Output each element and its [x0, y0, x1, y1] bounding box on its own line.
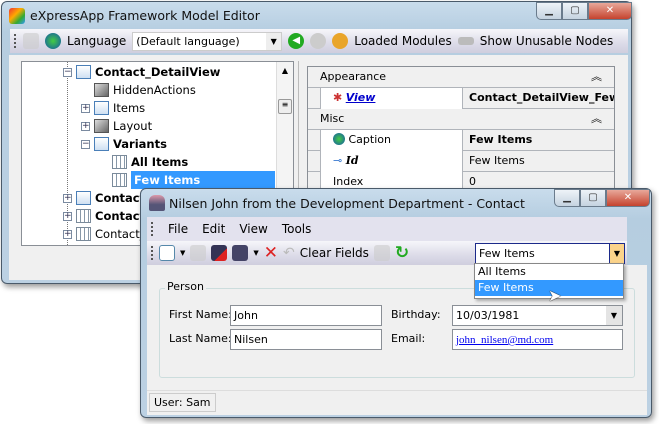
toolbar-grip[interactable]	[14, 34, 17, 48]
back-icon[interactable]: ◀	[288, 33, 305, 49]
minimize-button[interactable]: ▁	[554, 189, 580, 207]
tree-node[interactable]: All Items	[112, 153, 188, 171]
group-title: Person	[165, 280, 206, 293]
required-icon: ✱	[333, 91, 343, 104]
save-and-new-icon[interactable]	[232, 245, 249, 261]
maximize-button[interactable]: ▢	[580, 189, 606, 207]
birthday-input[interactable]: 10/03/1981 ▼	[452, 305, 623, 326]
tree-node[interactable]: Items	[94, 99, 145, 117]
save-and-close-icon[interactable]	[211, 245, 228, 261]
mouse-cursor-icon: ➤	[548, 286, 562, 305]
collapse-category-icon[interactable]: ︽	[591, 109, 602, 129]
menu-view[interactable]: View	[239, 222, 267, 236]
show-unusable-nodes-button[interactable]: Show Unusable Nodes	[480, 34, 614, 48]
tree-node[interactable]: Variants	[94, 135, 167, 153]
close-button[interactable]: ✕	[588, 2, 632, 20]
variant-select[interactable]: Few Items ▼	[475, 243, 625, 264]
scrollbar-thumb[interactable]: ≡	[278, 99, 292, 114]
property-row[interactable]: ⊸ Id Few Items	[308, 151, 614, 172]
collapse-icon[interactable]: −	[81, 140, 90, 149]
expand-icon[interactable]: +	[63, 212, 72, 221]
main-toolbar: Language (Default language) ▼ ◀ Loaded M…	[10, 29, 628, 53]
eraser-icon	[457, 37, 474, 45]
email-input[interactable]: john_nilsen@md.com	[452, 329, 623, 350]
tree-node[interactable]: Contact_DetailView	[76, 63, 220, 81]
globe-icon	[45, 33, 61, 49]
first-name-input[interactable]: John	[230, 305, 382, 326]
tree-node[interactable]: HiddenActions	[94, 81, 196, 99]
forward-icon[interactable]	[310, 33, 327, 49]
tree-node[interactable]: Layout	[94, 117, 152, 135]
category-appearance[interactable]: Appearance ︽	[308, 67, 614, 88]
last-name-input[interactable]: Nilsen	[230, 329, 382, 350]
menu-edit[interactable]: Edit	[202, 222, 225, 236]
delete-icon[interactable]: ✕	[264, 243, 278, 263]
chevron-down-icon[interactable]: ▼	[606, 306, 622, 325]
category-misc[interactable]: Misc ︽	[308, 109, 614, 130]
app-logo-icon	[9, 8, 25, 24]
contact-window: Nilsen John from the Development Departm…	[140, 188, 652, 418]
key-icon: ⊸	[333, 154, 343, 167]
menu-tools[interactable]: Tools	[282, 222, 312, 236]
collapse-icon[interactable]: −	[63, 68, 72, 77]
globe-icon	[333, 133, 345, 145]
menu-bar: File Edit View Tools	[147, 217, 627, 241]
view-link[interactable]: View	[346, 91, 376, 104]
variant-option[interactable]: All Items	[475, 264, 623, 280]
report-icon[interactable]	[373, 245, 390, 261]
language-select[interactable]: (Default language) ▼	[132, 31, 283, 51]
maximize-button[interactable]: ▢	[562, 2, 588, 20]
refresh-icon[interactable]: ↻	[395, 243, 409, 263]
new-icon[interactable]	[159, 245, 175, 261]
email-link[interactable]: john_nilsen@md.com	[456, 334, 553, 346]
status-user: User: Sam	[149, 393, 216, 412]
window-title: Nilsen John from the Development Departm…	[169, 196, 525, 211]
modules-icon	[332, 33, 349, 49]
tree-node[interactable]: Contact_	[76, 225, 146, 243]
undo-icon[interactable]: ↶	[283, 245, 295, 261]
loaded-modules-button[interactable]: Loaded Modules	[354, 34, 452, 48]
clear-fields-button[interactable]: Clear Fields	[300, 246, 369, 260]
expand-icon[interactable]: +	[81, 104, 90, 113]
expand-icon[interactable]: +	[81, 122, 90, 131]
close-button[interactable]: ✕	[606, 189, 650, 207]
window-title: eXpressApp Framework Model Editor	[30, 8, 260, 23]
menu-file[interactable]: File	[168, 222, 188, 236]
chevron-down-icon[interactable]: ▼	[266, 32, 282, 50]
expand-icon[interactable]: +	[63, 194, 72, 203]
collapse-category-icon[interactable]: ︽	[591, 67, 602, 87]
tree-node-selected[interactable]: Few Items	[112, 171, 275, 189]
status-bar: User: Sam	[147, 390, 647, 414]
save-icon[interactable]	[190, 245, 207, 261]
save-icon[interactable]	[23, 33, 39, 49]
property-row[interactable]: Caption Few Items	[308, 130, 614, 151]
minimize-button[interactable]: ▁	[536, 2, 562, 20]
chevron-down-icon[interactable]: ▼	[609, 244, 624, 263]
language-label: Language	[67, 34, 127, 48]
property-row[interactable]: ✱ ViewContact_DetailView_Few...	[308, 88, 614, 109]
person-icon	[149, 195, 165, 211]
expand-icon[interactable]: +	[63, 230, 72, 239]
